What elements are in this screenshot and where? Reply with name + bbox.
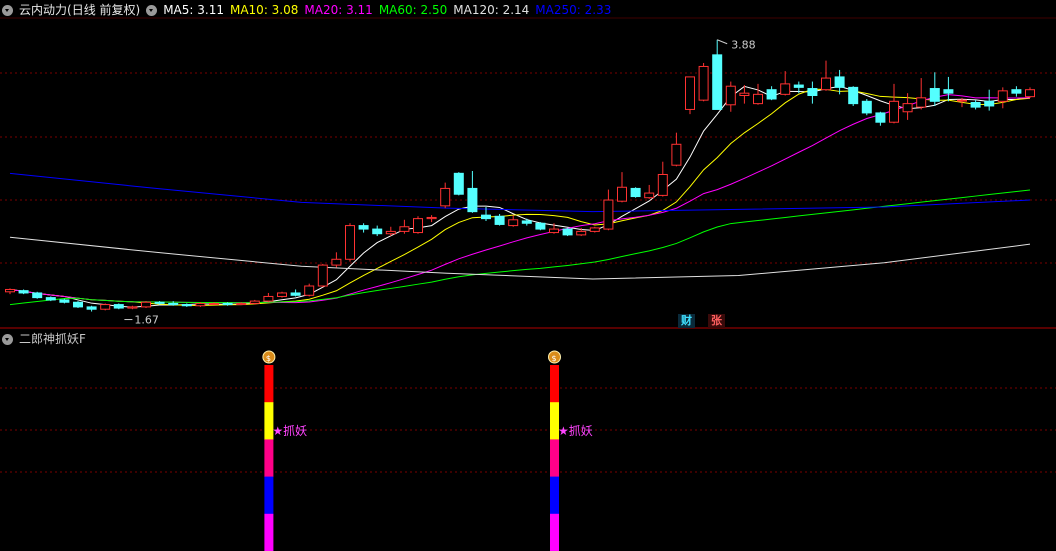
candle-up <box>317 264 328 287</box>
candle-up <box>413 218 423 234</box>
candle-up <box>127 306 138 309</box>
candle-down <box>290 292 301 296</box>
candle-down <box>793 84 804 88</box>
candle-down <box>1011 89 1022 94</box>
candle-down <box>712 54 723 110</box>
candle-down <box>453 172 464 195</box>
candle-up <box>997 90 1008 102</box>
candle-down <box>32 292 43 299</box>
signal-bar-segment <box>264 476 274 515</box>
candle-up <box>195 302 206 307</box>
candle-down <box>861 100 872 114</box>
candle-up <box>739 92 750 97</box>
candle-down <box>59 299 70 303</box>
signal-bar-segment <box>550 439 559 478</box>
candle-up <box>249 300 260 304</box>
candle-down <box>807 88 818 96</box>
candle-up <box>426 216 437 220</box>
candle-up <box>698 65 709 101</box>
candle-up <box>576 230 587 236</box>
candle-up <box>5 288 15 293</box>
candle-up <box>957 99 967 102</box>
candle-down <box>929 88 940 102</box>
candle-down <box>875 112 886 123</box>
candle-down <box>630 187 641 198</box>
candle-down <box>372 228 383 235</box>
candle-up <box>100 304 111 310</box>
signal-bar-segment <box>550 365 559 403</box>
candle-down <box>86 306 97 310</box>
candle-up <box>141 301 151 308</box>
candle-up <box>440 187 451 207</box>
ma-line-ma250 <box>9 172 1031 213</box>
candle-up <box>263 295 274 302</box>
high-pointer <box>717 39 728 45</box>
signal-bar-segment <box>550 476 559 515</box>
candle-up <box>617 186 627 202</box>
candle-down <box>181 304 192 307</box>
candle-down <box>984 100 995 107</box>
candle-down <box>154 301 165 304</box>
signal-bar-segment <box>264 439 274 478</box>
candle-down <box>168 302 179 306</box>
high-price-label: 3.88 <box>731 39 756 52</box>
candle-up <box>209 302 219 305</box>
candle-up <box>589 227 600 232</box>
candle-up <box>304 285 315 296</box>
kline-chart: 3.88 1.67 $ ★抓妖 $ ★抓妖 <box>0 17 1056 551</box>
candle-down <box>113 304 124 309</box>
zhang-marker[interactable]: 张 <box>708 314 725 328</box>
candle-down <box>834 76 845 88</box>
signal-bar-segment <box>550 513 559 551</box>
candle-up <box>331 258 342 266</box>
candle-up <box>236 302 247 306</box>
signal-bar-segment <box>264 365 274 403</box>
candle-up <box>603 199 614 230</box>
candle-down <box>73 301 83 308</box>
candle-up <box>644 192 655 199</box>
candle-up <box>277 292 287 297</box>
candle-up <box>889 100 899 123</box>
candle-down <box>222 302 233 306</box>
candle-up <box>821 77 831 91</box>
money-bag-symbol: $ <box>552 354 557 363</box>
signal-label: ★抓妖 <box>272 424 307 438</box>
candle-down <box>943 89 954 94</box>
candle-down <box>848 86 859 105</box>
candle-up <box>780 83 791 95</box>
signal-label: ★抓妖 <box>558 424 593 438</box>
candle-up <box>916 97 927 108</box>
candle-down <box>494 215 505 225</box>
candle-up <box>345 225 355 260</box>
candle-up <box>725 85 736 106</box>
candle-down <box>562 228 573 236</box>
candle-down <box>535 222 546 230</box>
candle-down <box>358 225 369 230</box>
signal-bar-segment <box>264 513 274 551</box>
cai-marker[interactable]: 财 <box>678 314 695 328</box>
candle-down <box>970 101 981 108</box>
low-price-label: 1.67 <box>134 314 159 327</box>
candle-down <box>467 187 478 213</box>
candle-down <box>481 214 491 220</box>
candle-up <box>399 226 410 232</box>
candle-up <box>508 219 519 227</box>
candle-up <box>902 103 913 113</box>
candle-down <box>521 220 532 224</box>
candle-up <box>657 173 668 196</box>
candle-up <box>385 230 396 235</box>
candle-down <box>45 297 56 301</box>
candle-up <box>753 93 763 105</box>
candle-up <box>549 228 559 234</box>
ma-line-ma120 <box>9 236 1031 280</box>
candle-up <box>671 143 682 166</box>
money-bag-symbol: $ <box>266 354 271 363</box>
candle-down <box>18 290 29 294</box>
candle-up <box>1025 89 1035 98</box>
candle-up <box>685 76 695 110</box>
candle-down <box>766 89 777 100</box>
ma-line-ma20 <box>9 94 1031 304</box>
